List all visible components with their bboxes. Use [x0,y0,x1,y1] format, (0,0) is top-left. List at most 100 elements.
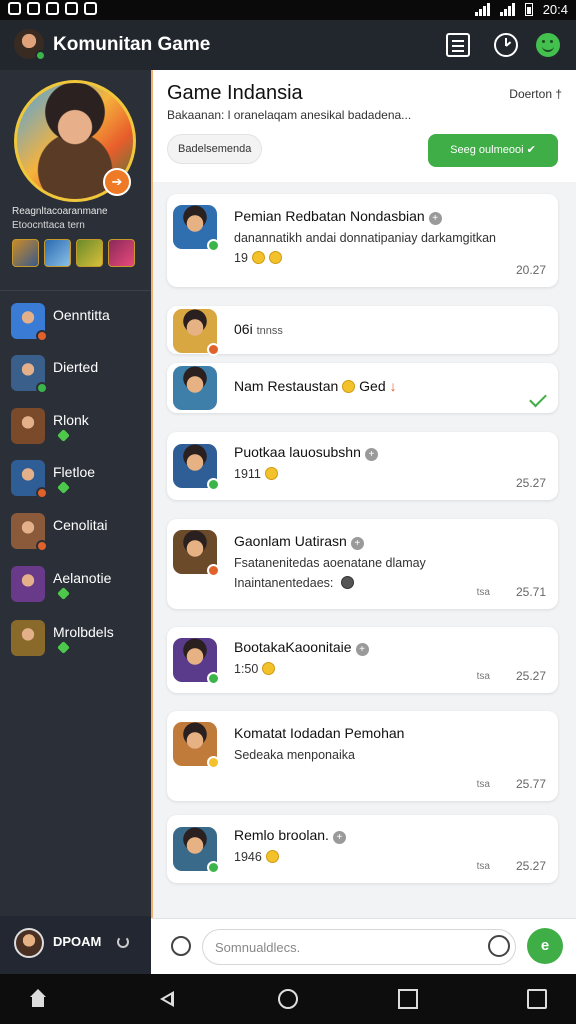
member-name: Nam Restaustan Ged ↓ [234,378,397,394]
avatar[interactable] [173,722,220,769]
sidebar: ➔ Reagnltacoaranmane Etoocnttaca tern Oe… [0,70,151,974]
notification-icon [46,2,59,15]
recents-icon[interactable] [398,989,418,1009]
plus-icon[interactable]: + [332,831,346,844]
power-icon[interactable] [117,936,129,948]
chat-card[interactable]: Puotkaa lauosubshn + 1911 25.27 [167,432,558,500]
plus-icon[interactable]: + [364,448,378,461]
message-time: 25.71 [515,585,546,599]
chat-card[interactable]: BootakaKaoonitaie + 1:50 25.27 tsa [167,627,558,693]
sidebar-item[interactable]: Rlonk [0,404,151,450]
plus-icon[interactable]: + [428,212,442,225]
message-text: Sedeaka menponaika [234,748,355,762]
sidebar-item[interactable]: Mrolbdels [0,616,151,662]
clock-icon[interactable] [494,33,518,57]
smile-icon[interactable] [536,33,560,57]
coin-icon [342,380,356,393]
status-bar: 20:4 [0,0,576,20]
badge-icon[interactable] [44,239,71,267]
gem-icon [57,481,70,494]
avatar[interactable] [173,530,220,577]
badge-icon[interactable] [76,239,103,267]
notification-icon [27,2,40,15]
home-icon[interactable] [28,989,48,1009]
status-dot [36,487,48,499]
status-time: 20:4 [542,2,568,17]
message-count: 1946 [234,850,279,864]
sidebar-item-label: Mrolbdels [53,624,114,640]
game-thumbnail [11,303,48,342]
bag-icon[interactable] [527,989,547,1009]
group-meta[interactable]: Doerton † [509,87,562,101]
avatar[interactable] [173,638,220,685]
join-button[interactable]: Seeg oulmeooi ✔ [428,134,558,167]
coin-icon [264,467,278,480]
game-thumbnail [11,566,45,602]
message-sub: tsa [476,779,490,790]
avatar [14,928,44,958]
sidebar-item-label: Fletloe [53,464,96,480]
plus-icon[interactable]: + [350,537,364,550]
badge-icon[interactable] [108,239,135,267]
sidebar-item[interactable]: Dierted [0,351,151,397]
wifi-icon [474,3,490,16]
avatar[interactable] [173,309,220,356]
pin-icon: ↓ [389,378,397,394]
chat-card[interactable]: Remlo broolan. + 1946 25.27 tsa [167,815,558,883]
chat-card[interactable]: Gaonlam Uatirasn + Fsatanenitedas aoenatan… [167,519,558,609]
sidebar-item[interactable]: Fletloe [0,456,151,502]
message-input[interactable] [202,929,516,965]
status-dot [207,564,220,577]
status-dot [207,478,220,491]
sidebar-item[interactable]: Aelanotie [0,562,151,608]
home-circle-icon[interactable] [278,989,298,1009]
member-name: 06i tnnss [234,321,283,337]
sidebar-item[interactable]: Cenolitai [0,509,151,555]
current-user-bar[interactable]: DPOAM [0,916,151,974]
avatar[interactable] [173,205,220,252]
sidebar-item[interactable]: Oenntitta [0,299,151,345]
badge-icon[interactable] [12,239,39,267]
online-dot [35,50,46,61]
plus-icon[interactable]: + [355,643,369,656]
message-count: 19 [234,251,282,265]
emoji-icon[interactable] [488,935,510,957]
gem-icon [57,429,70,442]
attach-icon[interactable] [171,936,191,956]
filter-chip[interactable]: Badelsemenda [167,134,263,164]
profile-subtitle: Etoocnttaca tern [12,220,85,231]
chat-card[interactable]: Nam Restaustan Ged ↓ [167,363,558,413]
avatar[interactable] [173,827,220,874]
current-user-name: DPOAM [53,934,102,949]
back-icon[interactable] [156,989,176,1009]
chat-card[interactable]: 06i tnnss [167,306,558,356]
sidebar-item-label: Aelanotie [53,570,112,586]
coin-icon [268,251,282,264]
status-dot [36,382,48,394]
signal-icon [499,3,515,16]
game-thumbnail [11,355,48,394]
sidebar-item-label: Cenolitai [53,517,108,533]
notification-icon [84,2,97,15]
chat-card[interactable]: Komatat Iodadan Pemohan Sedeaka menponaik… [167,711,558,801]
notification-icon [8,2,21,15]
coin-icon [265,850,279,863]
group-title: Game Indansia [167,82,303,104]
profile-badge-icon[interactable]: ➔ [103,168,131,196]
chat-card[interactable]: Pemian Redbatan Nondasbian + danannatikh a… [167,194,558,287]
message-time: 25.27 [515,476,546,490]
news-icon[interactable] [446,33,470,57]
member-name: BootakaKaoonitaie + [234,639,369,656]
status-dot [207,343,220,356]
battery-icon [524,3,533,16]
send-button[interactable]: e [527,928,563,964]
notification-icon [65,2,78,15]
message-time: 25.27 [515,669,546,683]
avatar[interactable] [173,366,217,410]
avatar[interactable] [173,444,220,491]
member-name: Komatat Iodadan Pemohan [234,725,405,741]
message-text: danannatikh andai donnatipaniay darkamgi… [234,231,496,245]
member-name: Puotkaa lauosubshn + [234,444,378,461]
avatar[interactable] [14,29,46,61]
sidebar-item-label: Dierted [53,359,99,375]
